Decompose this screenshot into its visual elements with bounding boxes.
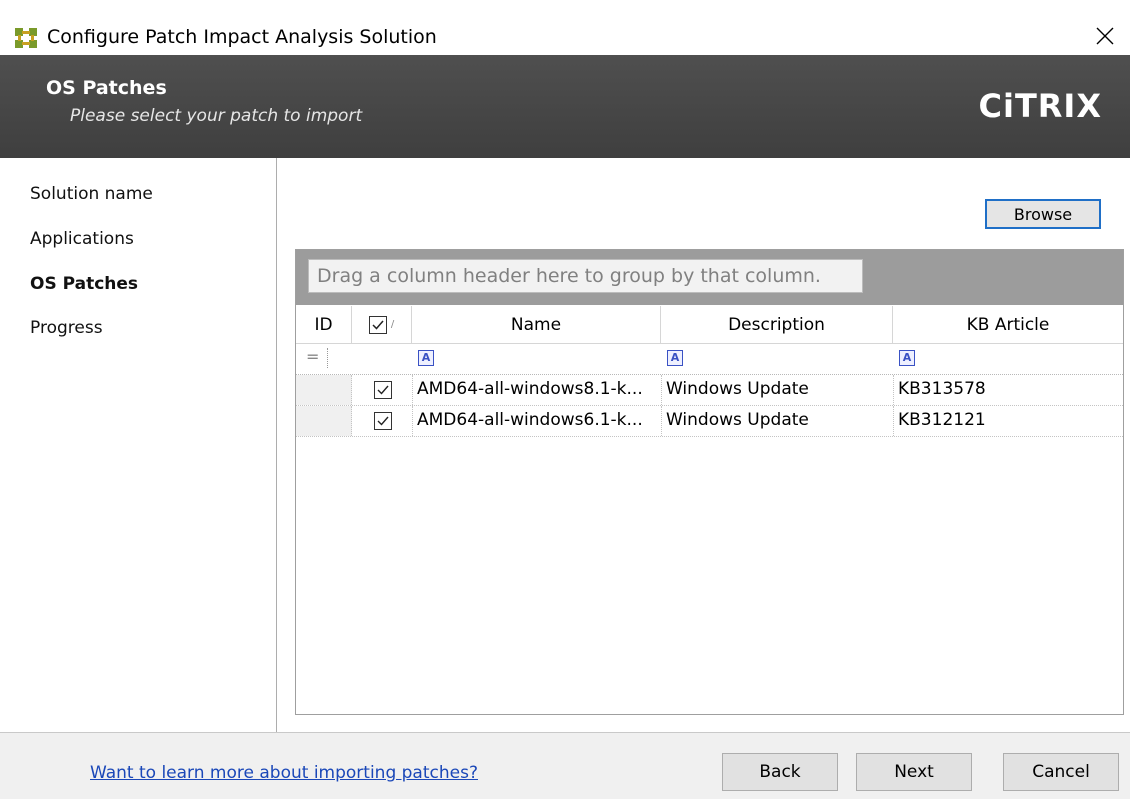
row-id-cell: [296, 375, 352, 405]
table-row[interactable]: AMD64-all-windows8.1-k... Windows Update…: [296, 375, 1123, 406]
window-title: Configure Patch Impact Analysis Solution: [47, 26, 437, 48]
step-os-patches[interactable]: OS Patches: [30, 274, 138, 294]
filter-equals-icon[interactable]: =: [306, 347, 319, 366]
row-description: Windows Update: [666, 379, 809, 399]
row-checkbox[interactable]: [374, 381, 392, 399]
next-button[interactable]: Next: [856, 753, 972, 791]
row-kb-article: KB313578: [898, 379, 986, 399]
filter-description-icon[interactable]: A: [667, 349, 683, 366]
column-header-description[interactable]: Description: [661, 306, 893, 344]
step-progress[interactable]: Progress: [30, 318, 103, 338]
select-all-checkbox[interactable]: [368, 315, 387, 334]
app-icon: [14, 27, 38, 49]
close-icon: [1096, 27, 1114, 45]
group-by-panel[interactable]: Drag a column header here to group by th…: [296, 250, 1123, 305]
table-row[interactable]: AMD64-all-windows6.1-k... Windows Update…: [296, 406, 1123, 437]
row-name: AMD64-all-windows6.1-k...: [417, 410, 643, 430]
row-name: AMD64-all-windows8.1-k...: [417, 379, 643, 399]
row-id-cell: [296, 406, 352, 436]
page-header: OS Patches Please select your patch to i…: [0, 55, 1130, 158]
wizard-steps-sidebar: Solution name Applications OS Patches Pr…: [0, 158, 277, 732]
filter-row: = A A A: [296, 344, 1123, 375]
checkmark-icon: [377, 385, 389, 395]
dialog-window: Configure Patch Impact Analysis Solution…: [0, 0, 1130, 799]
filter-name-icon[interactable]: A: [418, 349, 434, 366]
row-checkbox[interactable]: [374, 412, 392, 430]
page-subtitle: Please select your patch to import: [70, 106, 363, 126]
column-header-id-label: ID: [314, 314, 333, 335]
cancel-button[interactable]: Cancel: [1003, 753, 1119, 791]
row-kb-article: KB312121: [898, 410, 986, 430]
citrix-logo: CiTRIX: [978, 87, 1102, 125]
footer-bar: Want to learn more about importing patch…: [0, 732, 1130, 799]
close-button[interactable]: [1080, 12, 1130, 60]
checkmark-icon: [377, 416, 389, 426]
filter-kb-icon[interactable]: A: [899, 349, 915, 366]
help-link[interactable]: Want to learn more about importing patch…: [90, 763, 478, 783]
column-header-id[interactable]: ID: [296, 306, 352, 344]
patch-grid: Drag a column header here to group by th…: [295, 249, 1124, 715]
column-header-name-label: Name: [510, 314, 562, 335]
column-header-select-all[interactable]: /: [352, 306, 412, 344]
sort-indicator-icon: /: [390, 319, 395, 330]
main-content: Browse Drag a column header here to grou…: [277, 158, 1130, 732]
browse-button[interactable]: Browse: [985, 199, 1101, 229]
column-header-description-label: Description: [728, 314, 825, 335]
row-description: Windows Update: [666, 410, 809, 430]
column-header-kb-article[interactable]: KB Article: [893, 306, 1123, 344]
group-by-hint: Drag a column header here to group by th…: [308, 259, 863, 293]
checkmark-icon: [372, 320, 384, 330]
column-header-name[interactable]: Name: [412, 306, 661, 344]
column-header-kb-label: KB Article: [966, 314, 1050, 335]
page-title: OS Patches: [46, 77, 167, 99]
step-applications[interactable]: Applications: [30, 229, 134, 249]
step-solution-name[interactable]: Solution name: [30, 184, 153, 204]
back-button[interactable]: Back: [722, 753, 838, 791]
